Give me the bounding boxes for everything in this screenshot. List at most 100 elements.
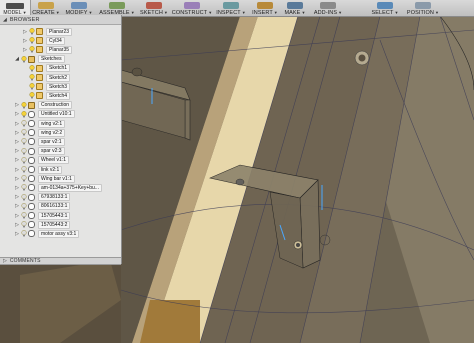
- browser-item[interactable]: Sketch1: [0, 64, 121, 73]
- construct-menu[interactable]: CONSTRUCT▼: [171, 0, 213, 16]
- sketch-menu[interactable]: SKETCH▼: [137, 0, 171, 16]
- browser-item[interactable]: ▷ wing v2:1: [0, 119, 121, 128]
- browser-item-label: spar v2:3: [38, 147, 65, 156]
- visibility-bulb-icon[interactable]: [28, 37, 35, 44]
- make-label: MAKE: [284, 10, 301, 16]
- browser-item[interactable]: ▷ Cyl34: [0, 36, 121, 45]
- visibility-bulb-icon[interactable]: [20, 129, 27, 136]
- model-workspace-icon: [6, 3, 24, 9]
- plane-icon: [36, 28, 43, 35]
- browser-item-label: Sketch1: [46, 64, 71, 73]
- collapse-triangle-icon[interactable]: ◢: [3, 17, 7, 23]
- visibility-bulb-icon[interactable]: [20, 230, 27, 237]
- browser-item-label: 15705443:1: [38, 211, 71, 220]
- visibility-bulb-icon[interactable]: [20, 138, 27, 145]
- visibility-bulb-icon[interactable]: [28, 46, 35, 53]
- browser-item[interactable]: Sketch4: [0, 91, 121, 100]
- visibility-bulb-icon[interactable]: [20, 193, 27, 201]
- component-icon: [28, 110, 35, 118]
- visibility-bulb-icon[interactable]: [20, 147, 27, 155]
- browser-item[interactable]: Sketch2: [0, 73, 121, 82]
- create-menu[interactable]: CREATE▼: [31, 0, 61, 16]
- browser-item[interactable]: Sketch3: [0, 82, 121, 91]
- browser-header[interactable]: ◢ BROWSER: [0, 15, 121, 25]
- browser-item-label: 67938133:1: [38, 193, 71, 202]
- sketch-icon: [36, 83, 43, 91]
- browser-item[interactable]: ▷ Wing bar v1:1: [0, 174, 121, 183]
- sketch-icon: [146, 2, 162, 9]
- visibility-bulb-icon[interactable]: [20, 175, 27, 182]
- construct-icon: [184, 2, 200, 9]
- browser-item[interactable]: ▷ Wheel v1:1: [0, 156, 121, 165]
- insert-icon: [257, 2, 273, 9]
- browser-item-label: wing v2:1: [38, 119, 66, 128]
- browser-item-label: am-0134a+375+Key+bu...: [38, 183, 102, 192]
- assemble-icon: [109, 2, 125, 9]
- component-icon: [28, 184, 35, 192]
- browser-item[interactable]: ▷ wing v2:2: [0, 128, 121, 137]
- component-icon: [28, 230, 35, 238]
- browser-panel: ◢ BROWSER ▷ Planar23 ▷ Cyl34 ▷ Planar35 ◢ Sketc…: [0, 15, 122, 264]
- browser-item[interactable]: ▷ am-0134a+375+Key+bu...: [0, 183, 121, 192]
- position-label: POSITION: [406, 10, 435, 16]
- browser-title: BROWSER: [9, 16, 40, 23]
- browser-item[interactable]: ▷ Planar35: [0, 45, 121, 54]
- browser-item-label: 80616133:1: [38, 202, 71, 211]
- browser-item[interactable]: ▷ motor assy v3:1: [0, 229, 121, 238]
- browser-item[interactable]: ▷ Untitled v10:1: [0, 110, 121, 119]
- browser-item[interactable]: ▷ Planar23: [0, 27, 121, 36]
- browser-item[interactable]: ▷ 15705443:2: [0, 220, 121, 229]
- browser-item-label: 15705443:2: [38, 220, 71, 229]
- sketch-icon: [36, 64, 43, 72]
- workspace-switcher-button[interactable]: MODEL▼: [0, 0, 31, 16]
- assemble-menu[interactable]: ASSEMBLE▼: [97, 0, 137, 16]
- component-icon: [28, 212, 35, 219]
- addins-menu[interactable]: ADD-INS▼: [309, 0, 347, 16]
- inspect-menu[interactable]: INSPECT▼: [213, 0, 249, 16]
- sketch-icon: [36, 74, 43, 81]
- visibility-bulb-icon[interactable]: [20, 101, 27, 109]
- visibility-bulb-icon[interactable]: [20, 221, 27, 228]
- visibility-bulb-icon[interactable]: [28, 64, 35, 72]
- browser-item[interactable]: ▷ Construction: [0, 101, 121, 110]
- visibility-bulb-icon[interactable]: [28, 28, 35, 35]
- component-icon: [28, 193, 35, 201]
- browser-item-label: Sketches: [38, 55, 65, 64]
- visibility-bulb-icon[interactable]: [20, 202, 27, 210]
- visibility-bulb-icon[interactable]: [20, 156, 27, 164]
- visibility-bulb-icon[interactable]: [20, 55, 27, 63]
- browser-item-label: Sketch4: [46, 91, 71, 100]
- comments-title: COMMENTS: [9, 258, 41, 264]
- visibility-bulb-icon[interactable]: [20, 110, 27, 118]
- browser-item-label: Construction: [38, 101, 73, 110]
- modify-menu[interactable]: MODIFY▼: [61, 0, 97, 16]
- visibility-bulb-icon[interactable]: [20, 212, 27, 219]
- browser-item-label: wing v2:2: [38, 128, 66, 137]
- folder-icon: [28, 55, 35, 63]
- browser-item[interactable]: ▷ 80616133:1: [0, 202, 121, 211]
- visibility-bulb-icon[interactable]: [28, 92, 35, 99]
- browser-item[interactable]: ▷ 67938133:1: [0, 193, 121, 202]
- component-icon: [28, 138, 35, 146]
- position-menu[interactable]: POSITION▼: [403, 0, 443, 16]
- folder-icon: [28, 101, 35, 109]
- browser-item[interactable]: ▷ spar v2:3: [0, 147, 121, 156]
- sketch-icon: [36, 92, 43, 100]
- select-menu[interactable]: SELECT▼: [367, 0, 403, 16]
- visibility-bulb-icon[interactable]: [28, 83, 35, 90]
- visibility-bulb-icon[interactable]: [20, 166, 27, 173]
- insert-menu[interactable]: INSERT▼: [249, 0, 281, 16]
- visibility-bulb-icon[interactable]: [20, 184, 27, 191]
- construct-label: CONSTRUCT: [171, 10, 208, 16]
- make-menu[interactable]: MAKE▼: [281, 0, 309, 16]
- comments-bar[interactable]: ▷ COMMENTS: [0, 257, 121, 265]
- browser-item[interactable]: ▷ link v2:1: [0, 165, 121, 174]
- browser-item[interactable]: ▷ spar v2:1: [0, 137, 121, 146]
- visibility-bulb-icon[interactable]: [28, 74, 35, 81]
- browser-item[interactable]: ◢ Sketches: [0, 55, 121, 64]
- expand-triangle-icon[interactable]: ▷: [3, 258, 7, 264]
- browser-item[interactable]: ▷ 15705443:1: [0, 211, 121, 220]
- component-icon: [28, 166, 35, 173]
- visibility-bulb-icon[interactable]: [20, 120, 27, 127]
- browser-item-label: Untitled v10:1: [38, 110, 75, 119]
